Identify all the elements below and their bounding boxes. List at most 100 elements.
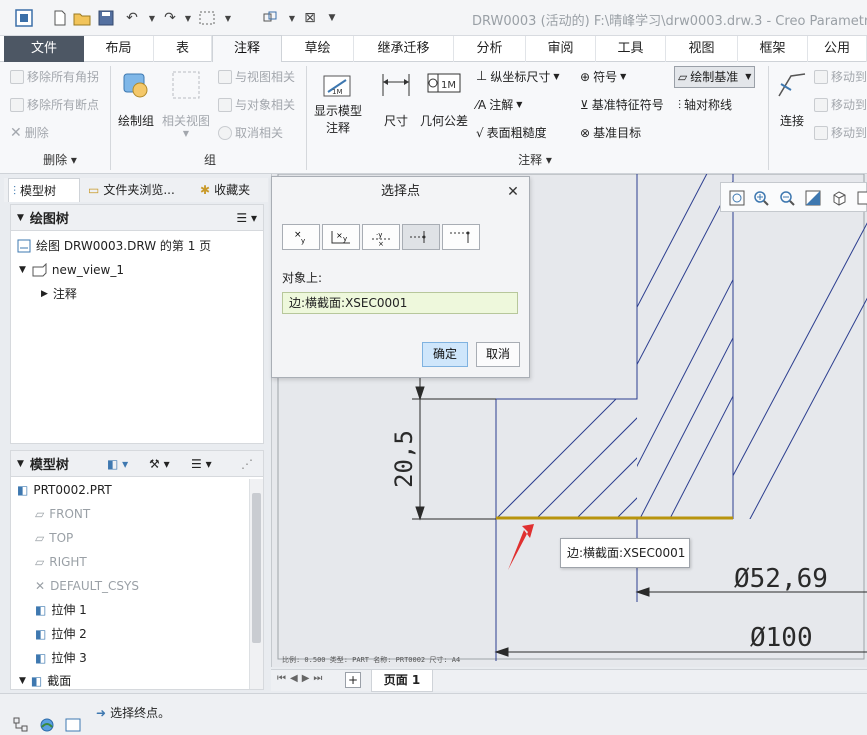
model-tree-scrollbar[interactable] [249,479,263,689]
model-item-extrude-2[interactable]: ◧ 拉伸 2 [35,623,87,645]
tab-review[interactable]: 审阅 [526,36,596,62]
tree-item-sheet[interactable]: 绘图 DRW0003.DRW 的第 1 页 [17,235,211,257]
geometric-tolerance-button[interactable]: 1M 几何公差 [418,68,470,129]
tree-item-annotations[interactable]: ▶ 注释 [41,283,77,305]
unrelate-icon [218,126,232,140]
undo-icon[interactable]: ↶ [122,8,142,28]
close-window-icon[interactable]: ⊠ [300,8,320,28]
tab-layout[interactable]: 布局 [84,36,154,62]
nav-tab-favorites[interactable]: ✱ 收藏夹 [196,178,266,202]
page-tab-1[interactable]: 页面 1 [371,670,433,692]
move-to-button-3[interactable]: 移动到 [814,124,867,142]
view-icon [31,263,47,277]
fullscreen-toggle-icon[interactable] [64,716,82,734]
tree-settings-icon[interactable]: ☰ ▾ [191,457,212,471]
related-view-button[interactable]: 相关视图 ▼ [160,68,212,138]
refit-icon[interactable] [727,188,747,208]
symbol-button[interactable]: ⊕ 符号 ▼ [580,68,626,86]
scrollbar-thumb[interactable] [252,493,261,643]
tree-item-view[interactable]: ▼ new_view_1 [19,259,124,281]
tab-frame[interactable]: 框架 [738,36,808,62]
point-vertex-button[interactable] [442,224,480,250]
tab-file[interactable]: 文件 [4,36,84,62]
drawing-tree-header[interactable]: ▼ 绘图树 ☰ ▾ [11,205,263,231]
surface-finish-button[interactable]: √ 表面粗糙度 [476,124,547,142]
model-tree-header[interactable]: ▼ 模型树 ◧ ▾ ⚒ ▾ ☰ ▾ ⋰ [11,451,263,477]
tab-table[interactable]: 表 [154,36,212,62]
customize-toolbar-icon[interactable]: ▼ [322,8,342,28]
zoom-out-icon[interactable] [777,188,797,208]
new-file-icon[interactable] [50,8,70,28]
unrelate-button[interactable]: 取消相关 [218,124,283,142]
model-item-front-plane[interactable]: ▱ FRONT [35,503,90,525]
axis-symmetry-button[interactable]: ⫶ 轴对称线 [678,96,732,114]
group-label-delete[interactable]: 删除 ▾ [20,150,100,170]
group-label-annotate[interactable]: 注释 ▾ [480,150,590,170]
ok-button[interactable]: 确定 [422,342,468,367]
tab-common[interactable]: 公用 [808,36,867,62]
tab-sketch[interactable]: 草绘 [282,36,354,62]
ordinate-dimension-button[interactable]: ⊥ 纵坐标尺寸 ▼ [476,68,560,86]
connect-button[interactable]: 连接 [772,68,812,129]
show-model-annotation-button[interactable]: 1M 显示模型 注释 [310,68,366,136]
filter-icon[interactable]: ⋰ [241,457,253,471]
model-item-part[interactable]: ◧ PRT0002.PRT [17,479,112,501]
select-dropdown-icon[interactable]: ▼ [218,8,238,28]
app-icon[interactable] [14,8,34,28]
draw-group-button[interactable]: 绘制组 [116,68,156,129]
tab-legacy-migration[interactable]: 继承迁移 [354,36,454,62]
point-relative-button[interactable]: ·y × [362,224,400,250]
model-item-right-plane[interactable]: ▱ RIGHT [35,551,87,573]
save-icon[interactable] [96,8,116,28]
relate-to-object-button[interactable]: 与对象相关 [218,96,295,114]
relate-view-icon [218,70,232,84]
draw-datum-button[interactable]: ▱ 绘制基准 ▼ [674,66,756,88]
object-selection-field[interactable]: 边:横截面:XSEC0001 [282,292,518,314]
tab-view[interactable]: 视图 [666,36,738,62]
regen-dropdown-icon[interactable]: ▼ [282,8,302,28]
datum-feature-symbol-button[interactable]: ⊻ 基准特征符号 [580,96,664,114]
point-free-button[interactable]: × y [282,224,320,250]
model-display-icon[interactable]: ◧ ▾ [107,457,128,471]
remove-all-corners-button[interactable]: 移除所有角拐 [10,68,99,86]
select-box-icon[interactable] [197,8,217,28]
undo-dropdown-icon[interactable]: ▼ [142,8,162,28]
tab-analysis[interactable]: 分析 [454,36,526,62]
redo-dropdown-icon[interactable]: ▼ [178,8,198,28]
close-icon[interactable]: ✕ [505,184,521,200]
note-button[interactable]: ⁄A 注解 ▼ [476,96,522,114]
repaint-icon[interactable] [803,188,823,208]
cancel-button[interactable]: 取消 [476,342,520,367]
model-item-top-plane[interactable]: ▱ TOP [35,527,73,549]
model-item-extrude-3[interactable]: ◧ 拉伸 3 [35,647,87,669]
nav-tab-model-tree[interactable]: ⫶ 模型树 [8,178,80,202]
zoom-in-icon[interactable] [751,188,771,208]
delete-button[interactable]: ✕ 删除 [10,124,49,142]
move-to-button-1[interactable]: 移动到 [814,68,867,86]
tab-tools[interactable]: 工具 [596,36,666,62]
model-item-extrude-1[interactable]: ◧ 拉伸 1 [35,599,87,621]
point-on-object-button[interactable] [402,224,440,250]
display-style-icon[interactable] [829,188,849,208]
model-item-csys[interactable]: ✕ DEFAULT_CSYS [35,575,139,597]
page-nav-arrows[interactable]: ⏮◀▶⏭ [277,673,326,684]
dimension-button[interactable]: 尺寸 [378,68,414,129]
open-folder-icon[interactable] [72,8,92,28]
browser-toggle-icon[interactable] [38,716,56,734]
arrow-right-icon: ➜ [96,705,107,720]
model-item-section[interactable]: ▼ ◧ 截面 [19,670,71,692]
point-absolute-button[interactable]: × y [322,224,360,250]
tree-settings-icon[interactable]: ☰ ▾ [236,211,257,225]
relate-to-view-button[interactable]: 与视图相关 [218,68,295,86]
datum-target-button[interactable]: ⊗ 基准目标 [580,124,641,142]
more-view-icon[interactable] [853,188,867,208]
tree-toggle-icon[interactable] [12,716,30,734]
move-to-button-2[interactable]: 移动到 [814,96,867,114]
remove-all-breaks-button[interactable]: 移除所有断点 [10,96,99,114]
tools-icon[interactable]: ⚒ ▾ [149,457,170,471]
regenerate-icon[interactable] [260,8,280,28]
redo-icon[interactable]: ↷ [160,8,180,28]
nav-tab-folder-browser[interactable]: ▭ 文件夹浏览... [84,178,192,202]
tab-annotate[interactable]: 注释 [212,35,282,63]
add-page-button[interactable]: + [345,672,361,688]
